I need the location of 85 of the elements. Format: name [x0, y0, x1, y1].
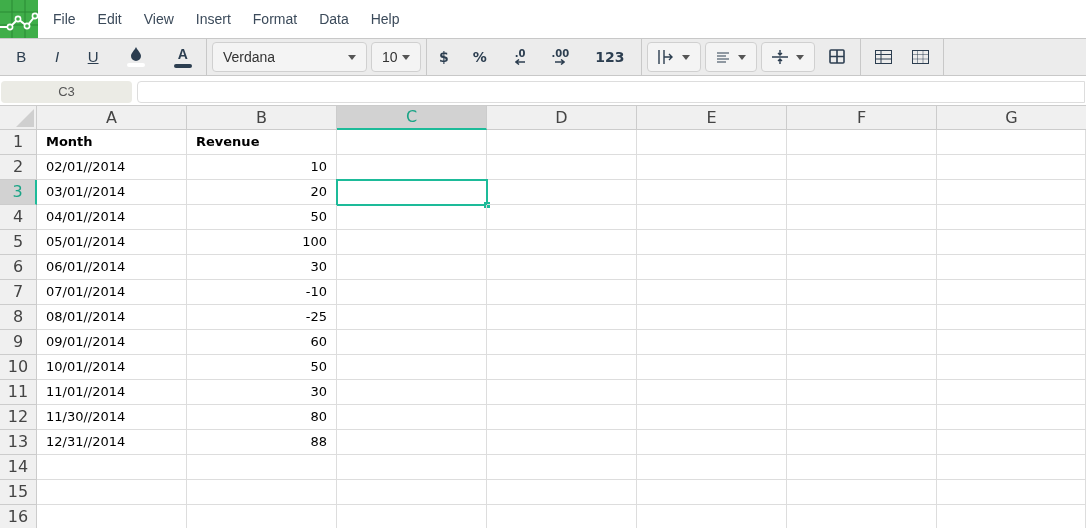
- table-cell: 10/01//2014: [37, 355, 187, 380]
- menu-item[interactable]: Edit: [86, 8, 133, 30]
- menu-item[interactable]: Help: [359, 8, 411, 30]
- table-cell: 06/01//2014: [37, 255, 187, 280]
- caret-icon: [402, 54, 410, 60]
- currency-button[interactable]: $: [429, 40, 459, 74]
- borders-icon: [828, 49, 845, 65]
- row-header[interactable]: 9: [0, 330, 37, 355]
- vertical-align-dropdown[interactable]: [760, 42, 815, 72]
- row-header[interactable]: 2: [0, 155, 37, 180]
- text-color-button[interactable]: A: [163, 40, 202, 74]
- column-header[interactable]: D: [487, 106, 637, 130]
- increase-decimals-button[interactable]: .00: [539, 40, 582, 74]
- table-cell: 10: [187, 155, 337, 180]
- number-format-button[interactable]: 123: [581, 40, 639, 74]
- table-cell: 08/01//2014: [37, 305, 187, 330]
- caret-icon: [348, 54, 356, 60]
- grid-icon: [911, 50, 929, 64]
- table-cell: Revenue: [187, 130, 337, 155]
- table-cell: 30: [187, 255, 337, 280]
- drop-icon: [130, 47, 143, 61]
- row-header[interactable]: 16: [0, 505, 37, 528]
- table-cell: -25: [187, 305, 337, 330]
- row-header[interactable]: 14: [0, 455, 37, 480]
- formula-input[interactable]: [137, 80, 1085, 103]
- menu-item[interactable]: Data: [308, 8, 360, 30]
- table-cell: 88: [187, 430, 337, 455]
- table-icon: [874, 50, 892, 64]
- menu-item[interactable]: Insert: [184, 8, 242, 30]
- row-header[interactable]: 1: [0, 130, 37, 155]
- align-dropdown[interactable]: [704, 42, 757, 72]
- table-cell: 03/01//2014: [37, 180, 187, 205]
- font-dropdown[interactable]: Verdana: [212, 42, 367, 72]
- corner-triangle-icon: [16, 109, 34, 127]
- selected-cell[interactable]: [337, 180, 487, 205]
- merge-dropdown[interactable]: [646, 42, 701, 72]
- cell-reference-box[interactable]: C3: [1, 80, 132, 103]
- caret-icon: [795, 54, 804, 60]
- percent-button[interactable]: %: [458, 40, 501, 74]
- vertical-align-icon: [771, 49, 788, 65]
- table-cell: 60: [187, 330, 337, 355]
- merge-icon: [657, 49, 674, 65]
- menu-item[interactable]: Format: [241, 8, 309, 30]
- table-cell: 04/01//2014: [37, 205, 187, 230]
- row-header[interactable]: 11: [0, 380, 37, 405]
- row-header[interactable]: 4: [0, 205, 37, 230]
- table-cell: 09/01//2014: [37, 330, 187, 355]
- table-cell: 30: [187, 380, 337, 405]
- column-header[interactable]: E: [637, 106, 787, 130]
- menu-item[interactable]: View: [132, 8, 185, 30]
- row-header[interactable]: 8: [0, 305, 37, 330]
- row-header[interactable]: 7: [0, 280, 37, 305]
- column-header[interactable]: F: [787, 106, 937, 130]
- underline-button[interactable]: U: [77, 40, 109, 74]
- table-cell: -10: [187, 280, 337, 305]
- menu-item[interactable]: File: [42, 8, 87, 30]
- row-header[interactable]: 10: [0, 355, 37, 380]
- right-arrow-icon: [555, 59, 566, 65]
- table-cell: 50: [187, 355, 337, 380]
- table-cell: 50: [187, 205, 337, 230]
- caret-icon: [681, 54, 690, 60]
- row-header[interactable]: 15: [0, 480, 37, 505]
- decrease-decimals-button[interactable]: .0: [500, 40, 540, 74]
- table-cell: 07/01//2014: [37, 280, 187, 305]
- italic-button[interactable]: I: [44, 40, 70, 74]
- bold-button[interactable]: B: [6, 40, 37, 74]
- font-size-dropdown[interactable]: 10: [371, 42, 421, 72]
- table-cell: 80: [187, 405, 337, 430]
- caret-icon: [737, 54, 746, 60]
- row-header[interactable]: 5: [0, 230, 37, 255]
- table-cell: 05/01//2014: [37, 230, 187, 255]
- align-left-icon: [715, 51, 730, 63]
- table-cell: 12/31//2014: [37, 430, 187, 455]
- table-cell: 11/30//2014: [37, 405, 187, 430]
- left-arrow-icon: [515, 59, 526, 65]
- table-cell: Month: [37, 130, 187, 155]
- table-cell: 20: [187, 180, 337, 205]
- column-header[interactable]: A: [37, 106, 187, 130]
- column-header[interactable]: G: [937, 106, 1086, 130]
- table-cell: 11/01//2014: [37, 380, 187, 405]
- row-header[interactable]: 6: [0, 255, 37, 280]
- row-header[interactable]: 12: [0, 405, 37, 430]
- table-cell: 100: [187, 230, 337, 255]
- table-cell: 02/01//2014: [37, 155, 187, 180]
- row-header[interactable]: 13: [0, 430, 37, 455]
